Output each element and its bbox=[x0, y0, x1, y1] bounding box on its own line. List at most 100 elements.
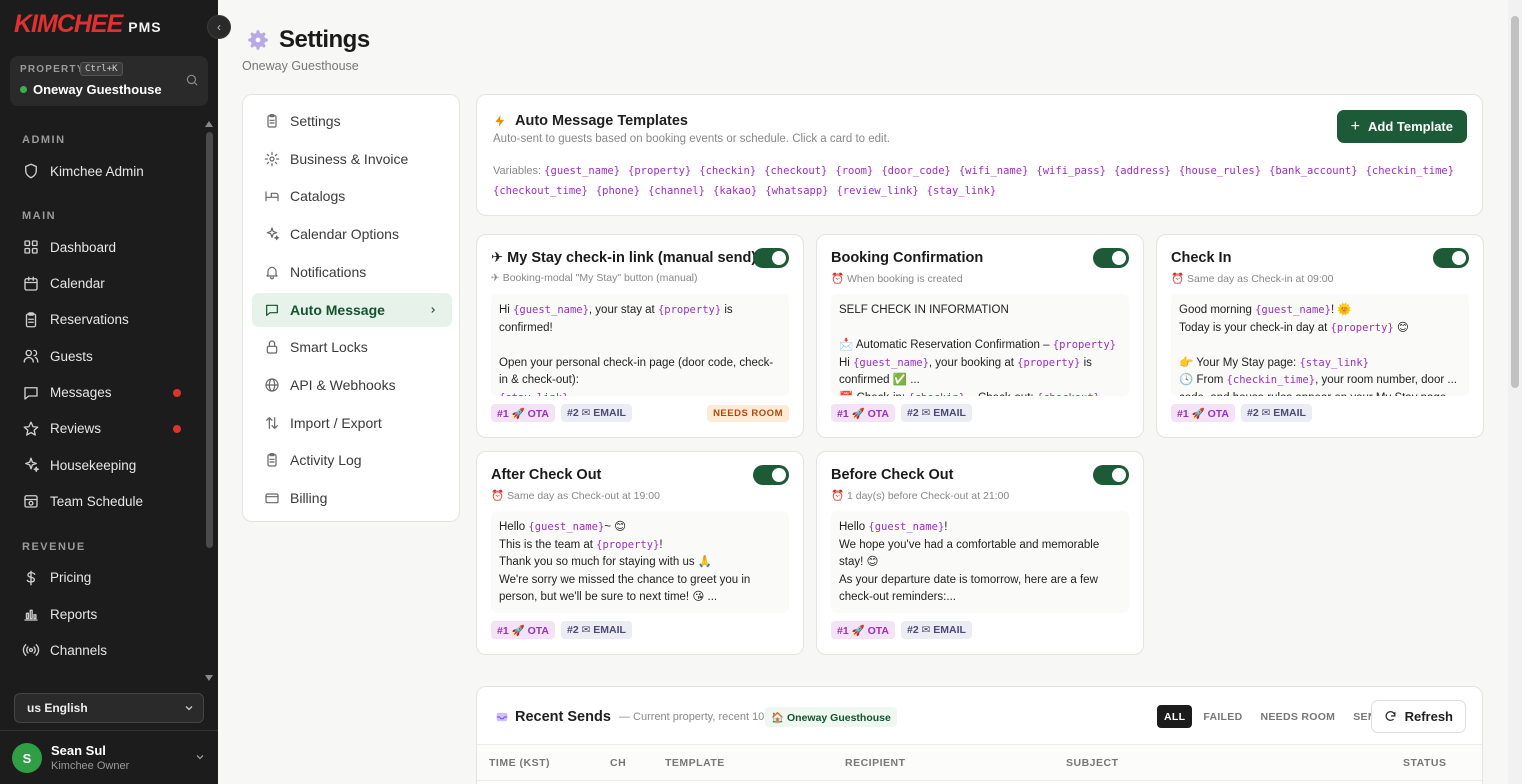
message-template-card[interactable]: Check In ⏰ Same day as Check-in at 09:00 G… bbox=[1156, 234, 1484, 438]
enable-toggle[interactable] bbox=[753, 465, 789, 485]
settings-nav-activity-log[interactable]: Activity Log bbox=[252, 443, 452, 477]
scroll-up-arrow[interactable] bbox=[205, 121, 213, 127]
variable-chip[interactable]: {room} bbox=[835, 165, 873, 177]
refresh-button[interactable]: Refresh bbox=[1370, 700, 1466, 733]
column-header-status[interactable]: STATUS bbox=[1403, 757, 1446, 769]
sidebar-item-calendar[interactable]: Calendar bbox=[18, 269, 188, 299]
variable-chip[interactable]: {checkout} bbox=[764, 165, 827, 177]
sidebar-item-housekeeping[interactable]: Housekeeping bbox=[18, 450, 188, 480]
variable-chip[interactable]: {stay_link} bbox=[927, 185, 997, 197]
message-template-card[interactable]: ✈ My Stay check-in link (manual send) ✈ B… bbox=[476, 234, 804, 438]
variables-label: Variables: bbox=[493, 165, 542, 177]
column-header-ch[interactable]: CH bbox=[610, 757, 626, 769]
settings-nav-calendar-options[interactable]: Calendar Options bbox=[252, 217, 452, 251]
variable-chip[interactable]: {wifi_name} bbox=[959, 165, 1029, 177]
variable-chip[interactable]: {bank_account} bbox=[1269, 165, 1358, 177]
variable-chip[interactable]: {wifi_pass} bbox=[1036, 165, 1106, 177]
variable-chip[interactable]: {channel} bbox=[648, 185, 705, 197]
column-header-subject[interactable]: SUBJECT bbox=[1066, 757, 1119, 769]
scroll-thumb[interactable] bbox=[206, 132, 213, 548]
filter-tabs: ALL FAILED NEEDS ROOM SENT bbox=[1157, 705, 1389, 728]
variable-chip[interactable]: {property} bbox=[628, 165, 691, 177]
message-template-card[interactable]: After Check Out ⏰ Same day as Check-out a… bbox=[476, 451, 804, 655]
column-header-template[interactable]: TEMPLATE bbox=[665, 757, 725, 769]
dollar-icon bbox=[26, 570, 36, 586]
sidebar-item-messages[interactable]: Messages bbox=[18, 378, 188, 408]
sidebar-item-reservations[interactable]: Reservations bbox=[18, 305, 188, 335]
sidebar-item-dashboard[interactable]: Dashboard bbox=[18, 232, 188, 262]
message-text: SELF CHECK IN INFORMATION bbox=[839, 304, 1009, 316]
enable-toggle[interactable] bbox=[753, 248, 789, 268]
sidebar-item-channels[interactable]: Channels bbox=[18, 635, 188, 665]
property-chip: 🏠 Oneway Guesthouse bbox=[765, 707, 897, 727]
search-icon[interactable] bbox=[185, 73, 199, 87]
collapse-sidebar-button[interactable]: ‹ bbox=[207, 15, 231, 39]
chevron-right-icon bbox=[431, 306, 435, 313]
settings-nav-auto-message[interactable]: Auto Message bbox=[252, 292, 452, 327]
user-menu[interactable]: S Sean Sul Kimchee Owner bbox=[0, 730, 218, 784]
sidebar-item-label: Calendar bbox=[50, 276, 105, 292]
variable-chip[interactable]: {door_code} bbox=[881, 165, 951, 177]
column-header-recipient[interactable]: RECIPIENT bbox=[845, 757, 906, 769]
enable-toggle[interactable] bbox=[1093, 465, 1129, 485]
template-variable: {checkin_time} bbox=[1226, 374, 1316, 387]
channel-tags: #1 🚀 OTA #2 ✉ EMAIL bbox=[831, 621, 972, 639]
template-variable: {stay_link} bbox=[1299, 356, 1369, 369]
sidebar-item-pricing[interactable]: Pricing bbox=[18, 563, 188, 593]
message-line: Good morning {guest_name}! 🌞 bbox=[1179, 302, 1461, 320]
filter-tab-failed[interactable]: FAILED bbox=[1196, 705, 1249, 728]
recent-sends-title-text: Recent Sends bbox=[515, 709, 611, 725]
enable-toggle[interactable] bbox=[1433, 248, 1469, 268]
settings-nav-notifications[interactable]: Notifications bbox=[252, 255, 452, 289]
variable-chip[interactable]: {checkout_time} bbox=[493, 185, 588, 197]
sidebar-item-reviews[interactable]: Reviews bbox=[18, 414, 188, 444]
sidebar-scrollbar[interactable] bbox=[203, 118, 214, 684]
settings-nav-business-invoice[interactable]: Business & Invoice bbox=[252, 142, 452, 176]
scroll-down-arrow[interactable] bbox=[205, 675, 213, 681]
settings-nav-import-export[interactable]: Import / Export bbox=[252, 406, 452, 440]
variable-chip[interactable]: {phone} bbox=[596, 185, 640, 197]
variable-chip[interactable]: {checkin} bbox=[699, 165, 756, 177]
variable-chip[interactable]: {checkin_time} bbox=[1366, 165, 1455, 177]
message-template-card[interactable]: Before Check Out ⏰ 1 day(s) before Check-… bbox=[816, 451, 1144, 655]
variable-chip[interactable]: {whatsapp} bbox=[765, 185, 828, 197]
variable-chip[interactable]: {guest_name} bbox=[544, 165, 620, 177]
scroll-thumb[interactable] bbox=[1511, 16, 1519, 388]
variable-chip[interactable]: {house_rules} bbox=[1179, 165, 1261, 177]
main-scrollbar[interactable] bbox=[1508, 0, 1522, 784]
variable-chip[interactable]: {address} bbox=[1114, 165, 1171, 177]
sidebar-item-team-schedule[interactable]: Team Schedule bbox=[18, 486, 188, 516]
message-text: We hope you've had a comfortable and mem… bbox=[839, 538, 1100, 569]
message-line: Hello {guest_name}! bbox=[839, 519, 1121, 537]
settings-nav-smart-locks[interactable]: Smart Locks bbox=[252, 330, 452, 364]
card-title: Before Check Out bbox=[831, 467, 954, 483]
sidebar-item-label: Reviews bbox=[50, 421, 102, 437]
variable-chip[interactable]: {kakao} bbox=[713, 185, 757, 197]
add-template-button[interactable]: + Add Template bbox=[1336, 110, 1467, 143]
column-header-time-kst[interactable]: TIME (KST) bbox=[489, 757, 550, 769]
settings-nav-label: Business & Invoice bbox=[290, 150, 409, 167]
enable-toggle[interactable] bbox=[1093, 248, 1129, 268]
variable-chip[interactable]: {review_link} bbox=[836, 185, 918, 197]
sidebar-item-guests[interactable]: Guests bbox=[18, 341, 188, 371]
template-variable: {checkout} bbox=[1037, 392, 1100, 396]
property-label: PROPERTY bbox=[20, 64, 85, 75]
sidebar-item-reports[interactable]: Reports bbox=[18, 599, 188, 629]
card-title: Booking Confirmation bbox=[831, 250, 984, 266]
brand-logo[interactable]: KIMCHEE PMS bbox=[14, 10, 162, 38]
message-line: Today is your check-in day at {property}… bbox=[1179, 320, 1461, 338]
settings-nav-settings[interactable]: Settings bbox=[252, 104, 452, 138]
message-line: 📩 Automatic Reservation Confirmation – {… bbox=[839, 337, 1121, 355]
filter-tab-all[interactable]: ALL bbox=[1157, 705, 1193, 728]
settings-nav-billing[interactable]: Billing bbox=[252, 481, 452, 515]
property-picker[interactable]: PROPERTY Ctrl+K Oneway Guesthouse bbox=[10, 56, 208, 106]
add-template-label: Add Template bbox=[1368, 119, 1453, 134]
language-select[interactable]: us English bbox=[14, 693, 204, 723]
nav-section-revenue: REVENUE bbox=[22, 540, 86, 553]
sidebar-item-kimchee-admin[interactable]: Kimchee Admin bbox=[18, 156, 188, 186]
settings-nav-api-webhooks[interactable]: API & Webhooks bbox=[252, 368, 452, 402]
filter-tab-needs-room[interactable]: NEEDS ROOM bbox=[1253, 705, 1342, 728]
message-line: 📅 Check-in: {checkin} – Check-out: {chec… bbox=[839, 390, 1121, 396]
message-template-card[interactable]: Booking Confirmation ⏰ When booking is cr… bbox=[816, 234, 1144, 438]
settings-nav-catalogs[interactable]: Catalogs bbox=[252, 179, 452, 213]
